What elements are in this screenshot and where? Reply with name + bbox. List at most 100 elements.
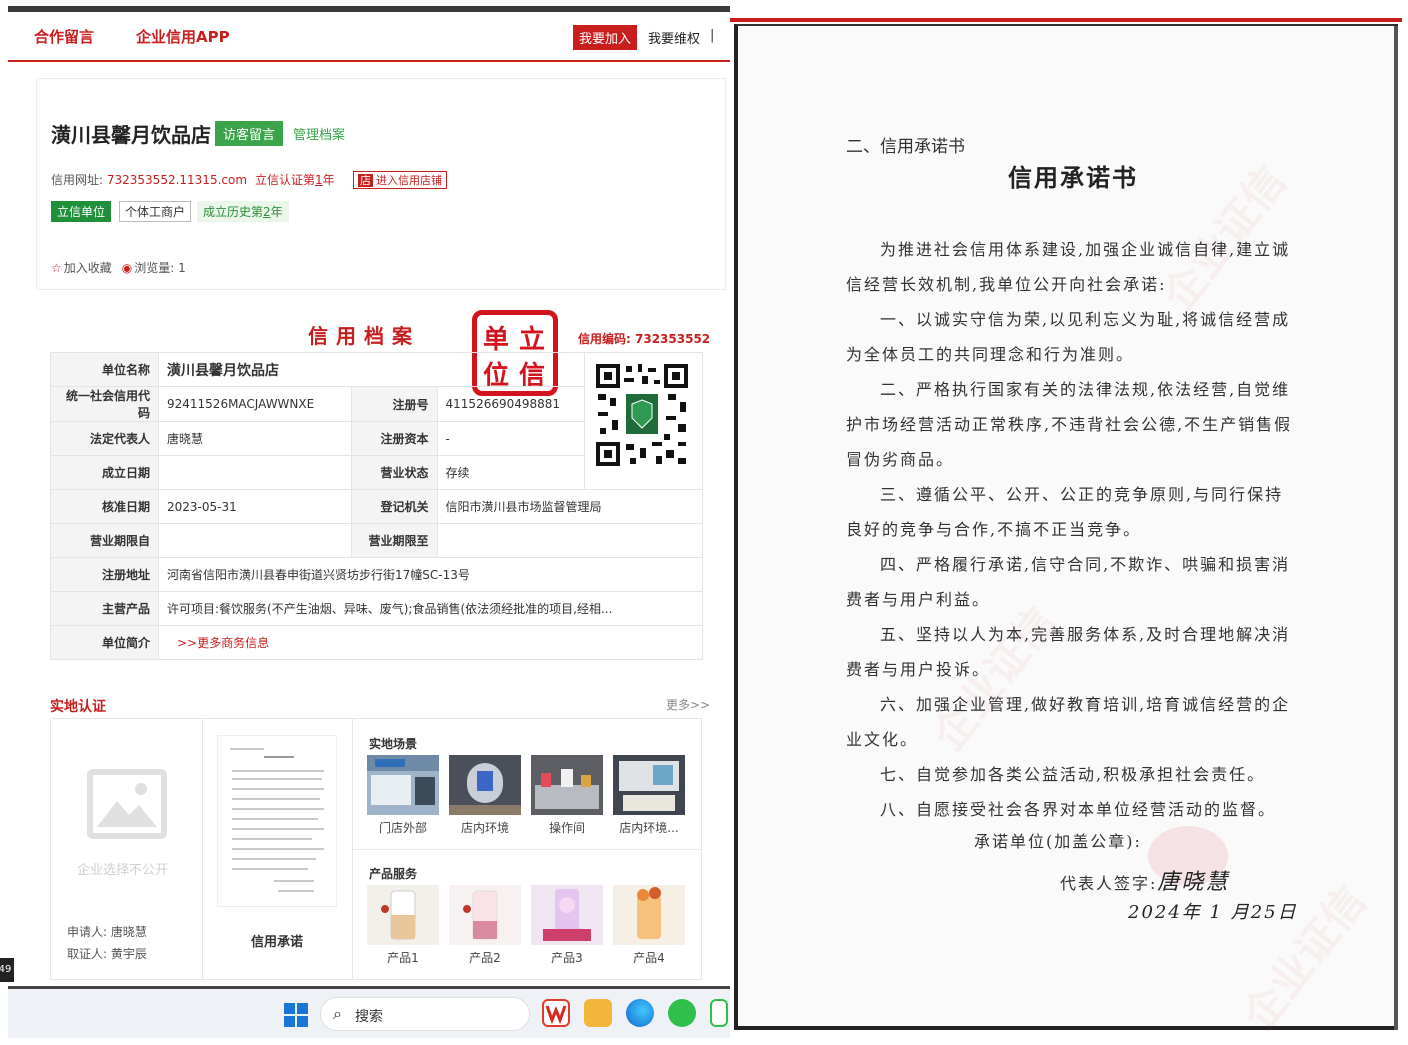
scene-title: 实地场景 xyxy=(369,737,418,751)
join-button[interactable]: 我要加入 xyxy=(573,25,638,50)
field-cert-panel: 企业选择不公开 申请人: 唐晓慧 取证人: 黄宇辰 信用承诺 实地场景 门店外部… xyxy=(50,718,703,980)
service-title: 产品服务 xyxy=(369,867,418,881)
product-thumb-2[interactable] xyxy=(449,885,521,945)
scene-label: 店内环境... xyxy=(619,821,679,835)
table-value: 存续 xyxy=(436,455,586,490)
promise-doc-thumbnail[interactable] xyxy=(217,735,337,907)
credit-website-screenshot: 合作留言 企业信用APP 我要加入 我要维权 | 潢川县馨月饮品店 访客留言 管… xyxy=(0,0,730,1045)
scene-thumb-interior[interactable] xyxy=(449,755,521,815)
views-count: 1 xyxy=(178,261,186,275)
business-type-tag: 个体工商户 xyxy=(119,201,192,222)
table-value xyxy=(436,523,704,558)
table-key: 登记机关 xyxy=(350,489,438,524)
taskbar-search-input[interactable]: ⌕ 搜索 xyxy=(320,997,530,1031)
witness-row: 取证人: 黄宇辰 xyxy=(67,943,147,965)
table-value: 唐晓慧 xyxy=(158,421,352,456)
nav-link-credit-app[interactable]: 企业信用APP xyxy=(136,26,230,47)
table-value: - xyxy=(436,421,586,456)
table-value: 2023-05-31 xyxy=(158,489,352,524)
shop-name: 潢川县馨月饮品店 xyxy=(51,123,211,147)
product-thumb-1[interactable] xyxy=(367,885,439,945)
table-key: 法定代表人 xyxy=(50,421,159,456)
table-key: 注册地址 xyxy=(50,557,159,592)
nav-link-protect-rights[interactable]: 我要维权 xyxy=(648,28,700,47)
add-favorite-link[interactable]: 加入收藏 xyxy=(64,261,112,275)
scene-label: 店内环境 xyxy=(460,821,509,835)
mountain-icon xyxy=(97,783,157,827)
views-label: 浏览量: xyxy=(134,261,175,275)
table-key: 单位名称 xyxy=(50,352,159,387)
witness-name: 黄宇辰 xyxy=(110,947,147,961)
product-thumb-4[interactable] xyxy=(613,885,685,945)
promise-label: 信用承诺 xyxy=(251,935,304,950)
handwritten-date: 2024年 1 月25日 xyxy=(1128,902,1298,923)
credit-cert-years: 立信认证第1年 xyxy=(255,171,335,188)
seal-char-2: 立 xyxy=(519,325,546,355)
letter-item: 三、遵循公平、公开、公正的竞争原则,与同行保持良好的竞争与合作,不搞不正当竞争。 xyxy=(846,485,1284,539)
nav-separator: | xyxy=(710,28,715,43)
table-key: 主营产品 xyxy=(50,591,159,626)
promise-thumbnail-column[interactable]: 信用承诺 xyxy=(203,719,353,979)
credit-archive-card: 信用档案 单 立 位 信 信用编码: 732353552 单位名称 潢川县馨月饮… xyxy=(36,306,716,686)
table-value: 信阳市潢川县市场监督管理局 xyxy=(436,489,704,524)
nav-link-cooperation[interactable]: 合作留言 xyxy=(34,26,94,47)
credit-site-url[interactable]: 732353552.11315.com xyxy=(107,173,247,187)
table-key: 营业期限自 xyxy=(50,523,159,558)
credit-code: 信用编码: 732353552 xyxy=(578,330,710,347)
history-tag: 成立历史第2年 xyxy=(197,201,289,222)
credit-code-value: 732353552 xyxy=(635,332,711,346)
more-business-text[interactable]: >>更多商务信息 xyxy=(177,636,269,650)
manage-archive-link[interactable]: 管理档案 xyxy=(293,124,345,143)
scene-thumb-kitchen[interactable] xyxy=(531,755,603,815)
letter-paper: 企业证信 企业证信 企业证信 二、信用承诺书 信用承诺书 为推进社会信用体系建设… xyxy=(734,24,1398,1040)
wps-office-icon[interactable] xyxy=(542,999,570,1027)
qr-code-icon[interactable] xyxy=(594,362,690,468)
cert-prefix: 立信认证第 xyxy=(255,173,316,187)
product-label: 产品3 xyxy=(551,951,583,965)
enter-store-link[interactable]: 店进入信用店铺 xyxy=(353,171,447,189)
table-key: 注册号 xyxy=(350,386,438,422)
table-value: 许可项目:餐饮服务(不产生油烟、异味、废气);食品销售(依法须经批准的项目,经相… xyxy=(158,591,703,626)
wechat-icon[interactable] xyxy=(668,999,696,1027)
applicant-label: 申请人: xyxy=(67,925,108,939)
table-value xyxy=(158,523,352,558)
table-row: 核准日期 2023-05-31 登记机关 信阳市潢川县市场监督管理局 xyxy=(50,489,704,524)
taskbar-edge-number: 49 xyxy=(0,958,14,982)
taskbar-app-icon[interactable] xyxy=(710,999,728,1027)
table-value xyxy=(158,455,352,490)
table-row: 主营产品 许可项目:餐饮服务(不产生油烟、异味、废气);食品销售(依法须经批准的… xyxy=(50,591,703,626)
cert-year: 1 xyxy=(315,173,323,187)
witness-label: 取证人: xyxy=(67,947,108,961)
field-more-link[interactable]: 更多>> xyxy=(666,696,710,713)
edge-browser-icon[interactable] xyxy=(626,999,654,1027)
top-navigation: 合作留言 企业信用APP 我要加入 我要维权 | xyxy=(8,12,730,62)
credit-unit-tag: 立信单位 xyxy=(51,201,112,222)
applicant-info: 申请人: 唐晓慧 取证人: 黄宇辰 xyxy=(67,921,147,965)
product-thumb-3[interactable] xyxy=(531,885,603,945)
letter-item: 二、严格执行国家有关的法律法规,依法经营,自觉维护市场经营活动正常秩序,不违背社… xyxy=(846,380,1293,469)
letter-item: 四、严格履行承诺,信守合同,不欺诈、哄骗和损害消费者与用户利益。 xyxy=(846,555,1291,609)
letter-top-line xyxy=(730,18,1402,22)
table-key: 营业状态 xyxy=(350,455,438,490)
table-row: 注册地址 河南省信阳市潢川县春申街道兴贤坊步行街17幢SC-13号 xyxy=(50,557,703,592)
store-link-label: 进入信用店铺 xyxy=(376,174,442,187)
scene-label: 操作间 xyxy=(548,821,585,835)
table-value: 411526690498881 xyxy=(436,386,586,422)
field-cert-title: 实地认证 xyxy=(50,699,106,715)
visitor-message-button[interactable]: 访客留言 xyxy=(215,121,284,146)
star-icon[interactable]: ☆ xyxy=(51,261,62,275)
credit-promise-letter-scan: 企业证信 企业证信 企业证信 二、信用承诺书 信用承诺书 为推进社会信用体系建设… xyxy=(730,0,1408,1045)
more-business-link[interactable]: >>更多商务信息 xyxy=(158,625,703,660)
table-key: 统一社会信用代码 xyxy=(50,386,159,422)
table-value: 河南省信阳市潢川县春申街道兴贤坊步行街17幢SC-13号 xyxy=(158,557,703,592)
store-icon: 店 xyxy=(358,174,373,187)
search-placeholder: 搜索 xyxy=(355,1009,383,1025)
file-explorer-icon[interactable] xyxy=(584,999,612,1027)
credit-code-label: 信用编码: xyxy=(578,332,631,346)
promise-unit-line: 承诺单位(加盖公章): xyxy=(974,832,1142,851)
windows-start-icon[interactable] xyxy=(284,1003,308,1027)
table-key: 营业期限至 xyxy=(350,523,438,558)
scene-thumb-exterior[interactable] xyxy=(367,755,439,815)
scene-thumb-interior-2[interactable] xyxy=(613,755,685,815)
image-placeholder-icon xyxy=(87,769,167,839)
